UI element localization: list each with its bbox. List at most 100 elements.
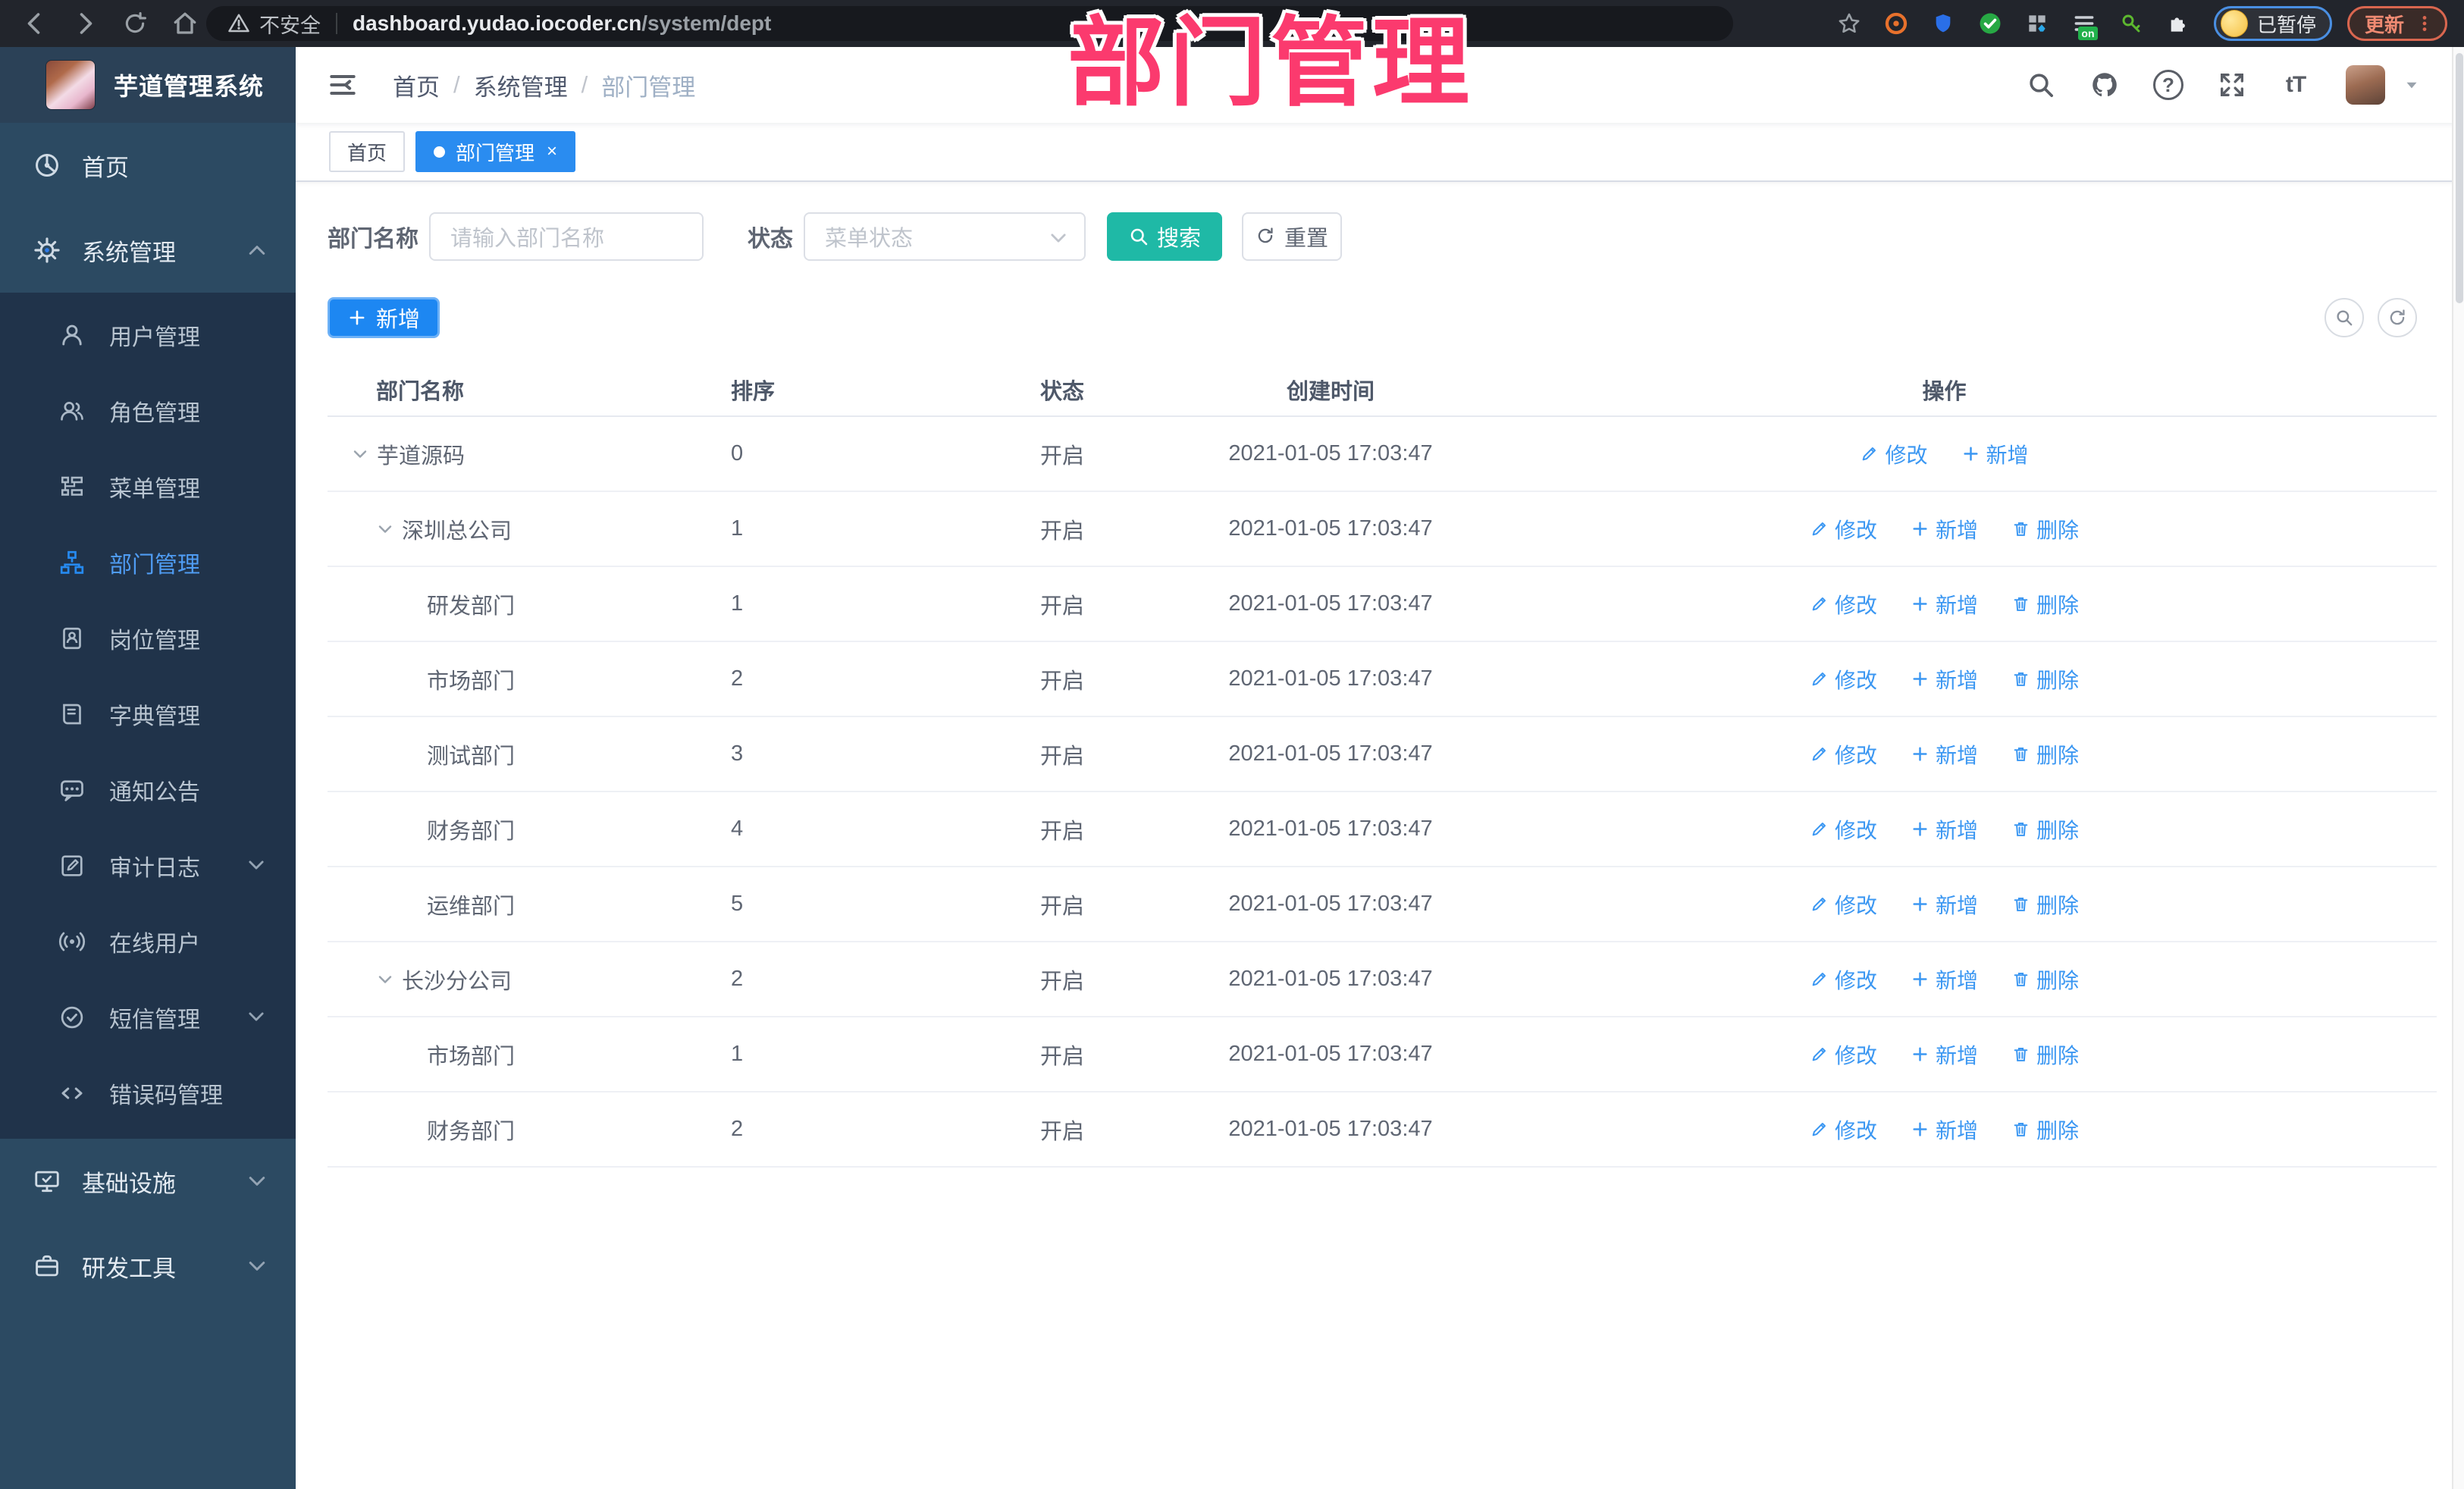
add-child-link[interactable]: 新增 <box>1911 514 1978 544</box>
delete-link[interactable]: 删除 <box>2011 739 2079 770</box>
edit-link[interactable]: 修改 <box>1860 439 1928 469</box>
sidebar-item-infrastructure[interactable]: 基础设施 <box>0 1139 296 1224</box>
add-child-link[interactable]: 新增 <box>1911 889 1978 920</box>
browser-home-icon[interactable] <box>170 8 200 39</box>
delete-link[interactable]: 删除 <box>2011 964 2079 995</box>
dept-name-input[interactable]: 请输入部门名称 <box>429 212 704 261</box>
breadcrumb-home[interactable]: 首页 <box>393 68 440 102</box>
extension-list-icon[interactable]: on <box>2070 9 2099 40</box>
add-child-link[interactable]: 新增 <box>1961 439 2029 469</box>
edit-link[interactable]: 修改 <box>1810 1114 1877 1145</box>
tab-home[interactable]: 首页 <box>329 131 406 172</box>
sidebar-item-label: 首页 <box>82 154 129 181</box>
page-scrollbar[interactable] <box>2452 47 2464 1489</box>
app-header: 首页 / 系统管理 / 部门管理 ? tT <box>296 47 2464 123</box>
cell-status: 开启 <box>1040 669 1085 694</box>
header-search-icon[interactable] <box>2024 68 2058 102</box>
browser-reload-icon[interactable] <box>120 8 150 39</box>
sidebar-item-error-code[interactable]: 错误码管理 <box>0 1055 296 1131</box>
trash-icon <box>2011 1120 2030 1139</box>
sidebar-item-post-management[interactable]: 岗位管理 <box>0 600 296 676</box>
add-child-link[interactable]: 新增 <box>1911 1114 1978 1145</box>
delete-link[interactable]: 删除 <box>2011 664 2079 694</box>
chevron-down-icon <box>246 1006 268 1029</box>
sidebar-item-notice[interactable]: 通知公告 <box>0 752 296 828</box>
scrollbar-thumb[interactable] <box>2456 53 2463 303</box>
font-size-icon[interactable]: tT <box>2279 68 2312 102</box>
app-logo-bar[interactable]: 芋道管理系统 <box>0 47 296 123</box>
toggle-search-button[interactable] <box>2324 298 2364 337</box>
extension-grid-icon[interactable] <box>2023 9 2052 38</box>
refresh-table-button[interactable] <box>2378 298 2417 337</box>
delete-link[interactable]: 删除 <box>2011 514 2079 544</box>
edit-link[interactable]: 修改 <box>1810 964 1877 995</box>
add-child-link[interactable]: 新增 <box>1911 964 1978 995</box>
cell-sort: 4 <box>731 817 744 841</box>
tab-dept-management[interactable]: 部门管理 × <box>415 131 576 172</box>
reset-button[interactable]: 重置 <box>1242 212 1342 261</box>
sidebar-item-user-management[interactable]: 用户管理 <box>0 297 296 373</box>
sidebar-item-label: 字典管理 <box>109 704 200 729</box>
browser-update-button[interactable]: 更新 <box>2346 6 2447 41</box>
pencil-icon <box>1810 895 1829 914</box>
extensions-puzzle-icon[interactable] <box>2164 9 2193 38</box>
delete-link[interactable]: 删除 <box>2011 1114 2079 1145</box>
tree-collapse-icon[interactable] <box>376 970 402 989</box>
search-button[interactable]: 搜索 <box>1107 212 1222 261</box>
breadcrumb-system[interactable]: 系统管理 <box>474 68 568 102</box>
delete-link[interactable]: 删除 <box>2011 589 2079 619</box>
sidebar-item-sms-management[interactable]: 短信管理 <box>0 980 296 1055</box>
sidebar-item-menu-management[interactable]: 菜单管理 <box>0 449 296 525</box>
search-icon <box>2334 308 2354 328</box>
gear-icon <box>32 235 62 265</box>
add-dept-button[interactable]: 新增 <box>328 297 440 338</box>
tree-collapse-icon[interactable] <box>351 444 377 464</box>
sidebar-item-role-management[interactable]: 角色管理 <box>0 373 296 449</box>
cell-sort: 1 <box>731 591 744 616</box>
add-child-link[interactable]: 新增 <box>1911 589 1978 619</box>
extension-green-check-icon[interactable] <box>1976 9 2005 38</box>
browser-profile-chip[interactable]: 已暂停 <box>2213 6 2332 41</box>
status-select[interactable]: 菜单状态 <box>804 212 1086 261</box>
edit-link[interactable]: 修改 <box>1810 664 1877 694</box>
delete-link[interactable]: 删除 <box>2011 1039 2079 1070</box>
sidebar-item-home[interactable]: 首页 <box>0 123 296 208</box>
edit-link[interactable]: 修改 <box>1810 589 1877 619</box>
delete-link[interactable]: 删除 <box>2011 889 2079 920</box>
user-avatar[interactable] <box>2346 65 2385 105</box>
cell-dept-name: 研发部门 <box>427 594 516 619</box>
sidebar-item-audit-log[interactable]: 审计日志 <box>0 828 296 904</box>
fullscreen-icon[interactable] <box>2215 68 2249 102</box>
breadcrumb: 首页 / 系统管理 / 部门管理 <box>393 68 695 102</box>
help-icon[interactable]: ? <box>2152 68 2185 102</box>
add-child-link[interactable]: 新增 <box>1911 739 1978 770</box>
browser-back-icon[interactable] <box>20 8 50 39</box>
bookmark-star-icon[interactable] <box>1835 9 1864 38</box>
address-bar[interactable]: 不安全 dashboard.yudao.iocoder.cn/system/de… <box>206 6 1733 41</box>
sidebar-item-dept-management[interactable]: 部门管理 <box>0 525 296 600</box>
sidebar-collapse-icon[interactable] <box>326 68 359 102</box>
add-child-link[interactable]: 新增 <box>1911 664 1978 694</box>
delete-link[interactable]: 删除 <box>2011 814 2079 845</box>
sidebar-item-system-management[interactable]: 系统管理 <box>0 208 296 293</box>
avatar-caret-down-icon[interactable] <box>2402 75 2422 95</box>
extension-shield-icon[interactable] <box>1929 9 1958 38</box>
add-child-link[interactable]: 新增 <box>1911 814 1978 845</box>
edit-link[interactable]: 修改 <box>1810 889 1877 920</box>
sidebar-item-online-users[interactable]: 在线用户 <box>0 904 296 980</box>
extension-key-icon[interactable] <box>2117 9 2146 38</box>
github-icon[interactable] <box>2088 68 2121 102</box>
col-header-created: 创建时间 <box>1286 380 1375 404</box>
sidebar-item-dev-tools[interactable]: 研发工具 <box>0 1224 296 1309</box>
extension-orange-icon[interactable] <box>1882 9 1911 38</box>
edit-link[interactable]: 修改 <box>1810 814 1877 845</box>
add-child-link[interactable]: 新增 <box>1911 1039 1978 1070</box>
browser-menu-kebab-icon[interactable] <box>2415 12 2434 35</box>
edit-link[interactable]: 修改 <box>1810 514 1877 544</box>
edit-link[interactable]: 修改 <box>1810 739 1877 770</box>
sidebar-item-dict-management[interactable]: 字典管理 <box>0 676 296 752</box>
browser-forward-icon[interactable] <box>70 8 100 39</box>
tree-collapse-icon[interactable] <box>376 519 402 539</box>
edit-link[interactable]: 修改 <box>1810 1039 1877 1070</box>
tab-close-icon[interactable]: × <box>547 141 557 162</box>
